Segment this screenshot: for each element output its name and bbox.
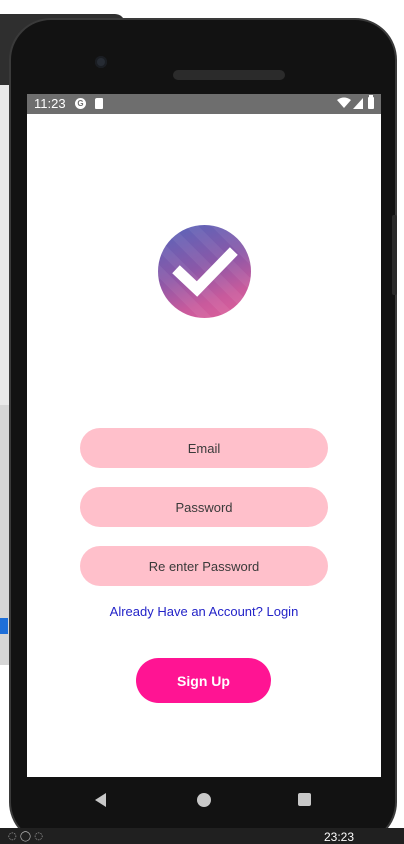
camera-icon	[95, 56, 107, 68]
host-taskbar: ◌ ◯ ◌ 23:23	[0, 828, 404, 844]
host-accent-strip	[0, 618, 8, 634]
reenter-password-field[interactable]	[80, 545, 328, 587]
taskbar-icons: ◌ ◯ ◌	[8, 831, 43, 842]
signal-icon	[353, 98, 363, 109]
battery-icon	[368, 95, 374, 109]
app-logo	[158, 225, 251, 318]
login-link[interactable]: Already Have an Account? Login	[27, 604, 381, 619]
sign-up-button[interactable]: Sign Up	[136, 658, 271, 703]
home-icon[interactable]	[197, 793, 211, 807]
wifi-icon	[337, 97, 351, 108]
status-time: 11:23	[34, 96, 66, 111]
app-screen: 11:23 G Already Have an Account? Login S…	[27, 94, 381, 777]
email-input[interactable]	[80, 427, 328, 469]
android-nav-bar	[27, 777, 381, 823]
email-field[interactable]	[80, 427, 328, 469]
speaker-grille	[173, 70, 285, 80]
password-field[interactable]	[80, 486, 328, 528]
password-input[interactable]	[80, 486, 328, 528]
phone-side-button[interactable]	[392, 215, 397, 295]
back-icon[interactable]	[95, 793, 106, 807]
taskbar-clock: 23:23	[323, 830, 354, 844]
sd-card-icon	[95, 98, 103, 109]
reenter-password-input[interactable]	[80, 545, 328, 587]
status-bar: 11:23 G	[27, 94, 381, 114]
checkmark-icon	[172, 247, 238, 297]
notification-g-icon: G	[75, 98, 86, 109]
recents-icon[interactable]	[298, 793, 311, 806]
